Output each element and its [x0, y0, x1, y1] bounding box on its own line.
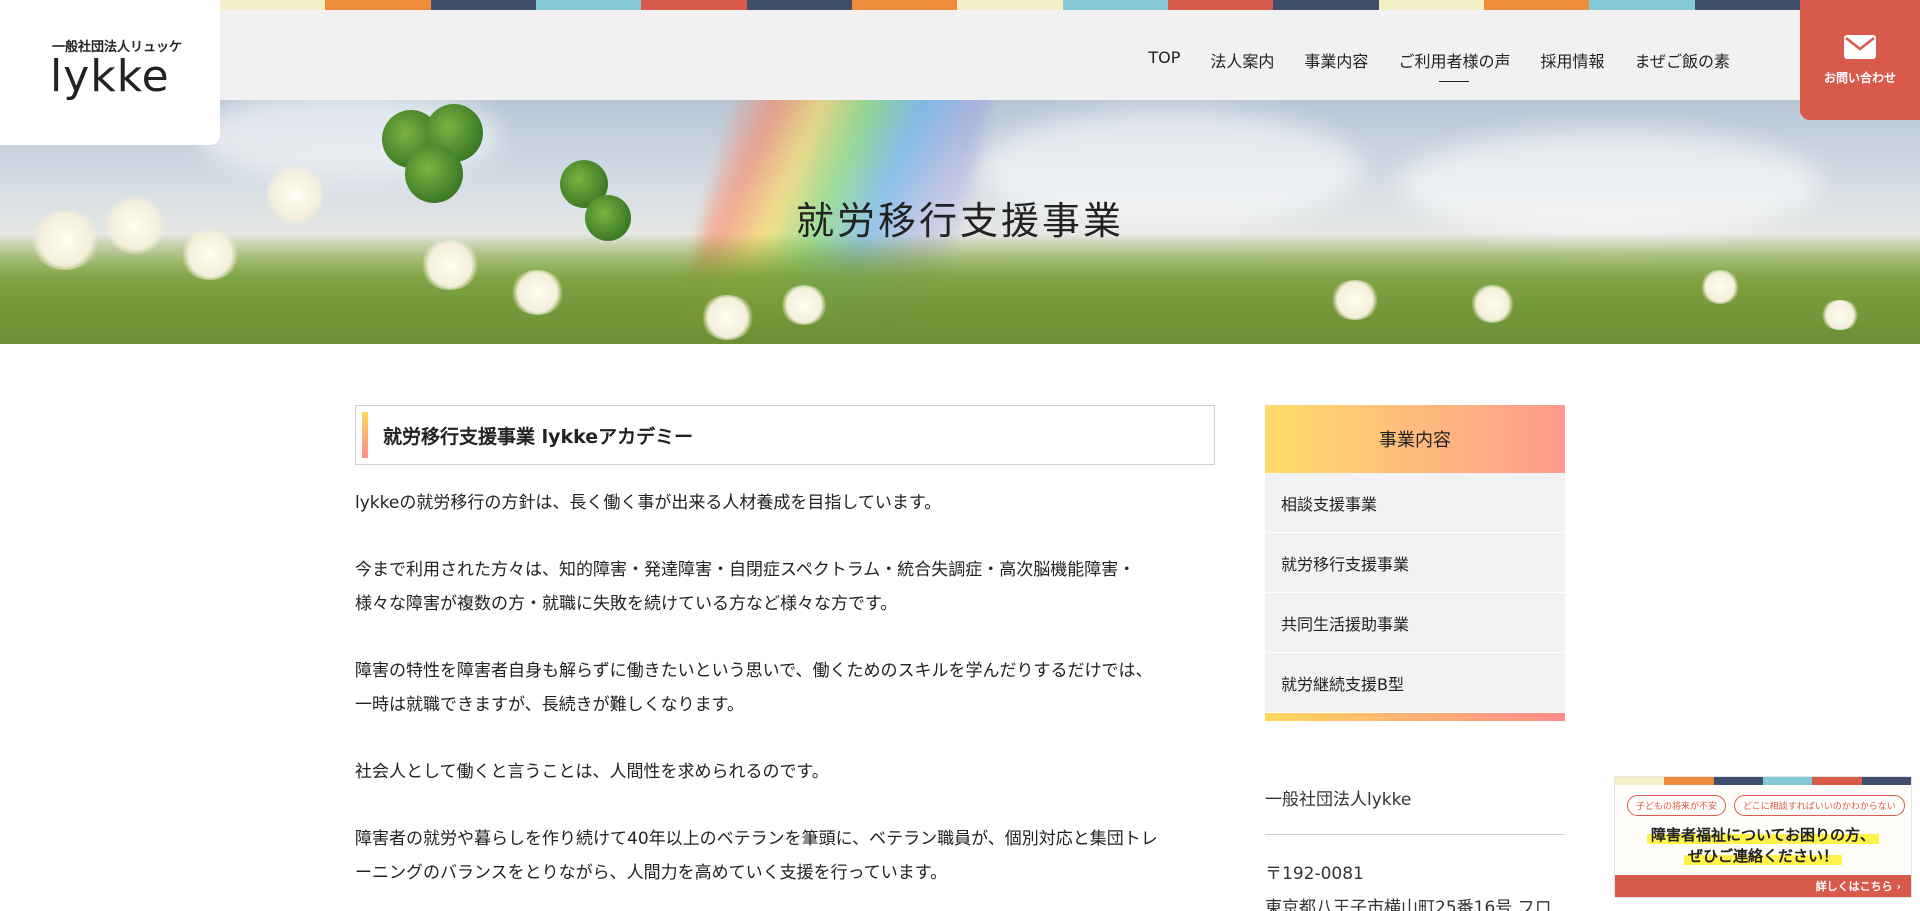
stripe-segment [746, 0, 852, 10]
banner-line-2: ぜひご連絡ください！ [1683, 847, 1842, 865]
org-name: 一般社団法人lykke [1265, 790, 1412, 810]
sidebar: 事業内容 相談支援事業 就労移行支援事業 共同生活援助事業 就労継続支援B型 一般社団… [1265, 405, 1565, 911]
nav-item[interactable]: TOP [1148, 48, 1180, 82]
stripe-segment [1483, 0, 1590, 10]
heading-accent-bar [362, 412, 368, 458]
paragraph-line: 障害者の就労や暮らしを作り続けて40年以上のベテランを筆頭に、ベテラン職員が、個… [355, 829, 1158, 849]
paragraph-line: lykkeの就労移行の方針は、長く働く事が出来る人材養成を目指しています。 [355, 493, 942, 513]
body-paragraph: 社会人として働くと言うことは、人間性を求められるのです。 [355, 755, 1215, 789]
nav-item[interactable]: 採用情報 [1540, 48, 1604, 82]
sidebar-heading: 事業内容 [1265, 405, 1565, 473]
consultation-banner[interactable]: 子どもの将来が不安 どこに相談すればいいのかわからない 障害者福祉についてお困りの… [1614, 776, 1912, 898]
divider [1265, 834, 1565, 835]
stripe-segment [430, 0, 536, 10]
stripe-segment [1167, 0, 1274, 10]
nav-item[interactable]: 法人案内 [1210, 48, 1274, 82]
paragraph-line: 一時は就職できますが、長続きが難しくなります。 [355, 695, 744, 715]
stripe-segment [1664, 777, 1714, 785]
stripe-segment [325, 0, 431, 10]
address: 東京都八王子市横山町25番16号 フロ [1265, 898, 1552, 911]
stripe-segment [1861, 777, 1911, 785]
nav-item[interactable]: 事業内容 [1304, 48, 1368, 82]
stripe-segment [957, 0, 1063, 10]
sidebar-item[interactable]: 共同生活援助事業 [1265, 593, 1565, 653]
stripe-segment [1062, 0, 1168, 10]
body-paragraph: 障害の特性を障害者自身も解らずに働きたいという思いで、働くためのスキルを学んだり… [355, 654, 1215, 722]
banner-cta[interactable]: 詳しくはこちら › [1615, 875, 1911, 897]
logo-wordmark: lykke [50, 51, 170, 102]
sidebar-item[interactable]: 相談支援事業 [1265, 473, 1565, 533]
page-title: 就労移行支援事業 [795, 199, 1124, 243]
stripe-segment [1615, 777, 1665, 785]
paragraph-line: 今まで利用された方々は、知的障害・発達障害・自閉症スペクトラム・統合失調症・高次… [355, 560, 1136, 580]
body-paragraph: lykkeの就労移行の方針は、長く働く事が出来る人材養成を目指しています。 [355, 486, 1215, 520]
sidebar-item[interactable]: 就労継続支援B型 [1265, 653, 1565, 713]
banner-pill: どこに相談すればいいのかわからない [1734, 795, 1905, 816]
logo[interactable]: 一般社団法人リュッケ lykke [0, 0, 220, 145]
banner-color-stripe [1615, 777, 1911, 785]
stripe-segment [535, 0, 642, 10]
stripe-segment [1694, 0, 1800, 10]
address-block: 〒192-0081 東京都八王子市横山町25番16号 フロ [1265, 857, 1565, 911]
paragraph-line: 障害の特性を障害者自身も解らずに働きたいという思いで、働くためのスキルを学んだり… [355, 661, 1153, 681]
section-heading: 就労移行支援事業 lykkeアカデミー [355, 405, 1215, 465]
body-paragraph: 障害者の就労や暮らしを作り続けて40年以上のベテランを筆頭に、ベテラン職員が、個… [355, 822, 1215, 890]
paragraph-line: ーニングのバランスをとりながら、人間力を高めていく支援を行っています。 [355, 863, 948, 883]
stripe-segment [1273, 0, 1379, 10]
banner-line-1: 障害者福祉についてお困りの方、 [1646, 826, 1880, 844]
sidebar-footer-bar [1265, 713, 1565, 721]
stripe-segment [1378, 0, 1484, 10]
stripe-segment [1762, 777, 1813, 785]
stripe-segment [1713, 777, 1763, 785]
nav-item[interactable]: まぜご飯の素 [1634, 48, 1730, 82]
stripe-segment [220, 0, 326, 10]
paragraph-line: 様々な障害が複数の方・就職に失敗を続けている方など様々な方です。 [355, 594, 898, 614]
global-nav: TOP 法人案内 事業内容 ご利用者様の声 採用情報 まぜご飯の素 [1148, 48, 1730, 82]
paragraph-line: 社会人として働くと言うことは、人間性を求められるのです。 [355, 762, 829, 782]
nav-item[interactable]: ご利用者様の声 [1398, 48, 1510, 82]
contact-button[interactable]: お問い合わせ [1800, 0, 1920, 120]
stripe-segment [641, 0, 747, 10]
body-paragraph: 今まで利用された方々は、知的障害・発達障害・自閉症スペクトラム・統合失調症・高次… [355, 553, 1215, 621]
banner-pill: 子どもの将来が不安 [1627, 795, 1727, 816]
banner-pills: 子どもの将来が不安 どこに相談すればいいのかわからない [1615, 785, 1911, 816]
sidebar-item[interactable]: 就労移行支援事業 [1265, 533, 1565, 593]
section-heading-text: 就労移行支援事業 lykkeアカデミー [383, 425, 694, 448]
main-content: 就労移行支援事業 lykkeアカデミー lykkeの就労移行の方針は、長く働く事… [355, 405, 1215, 890]
stripe-segment [1812, 777, 1862, 785]
stripe-segment [1589, 0, 1695, 10]
stripe-segment [851, 0, 958, 10]
mail-icon [1844, 34, 1876, 59]
contact-label: お問い合わせ [1823, 70, 1896, 85]
postal-code: 〒192-0081 [1265, 864, 1364, 884]
header-color-stripe [220, 0, 1800, 10]
